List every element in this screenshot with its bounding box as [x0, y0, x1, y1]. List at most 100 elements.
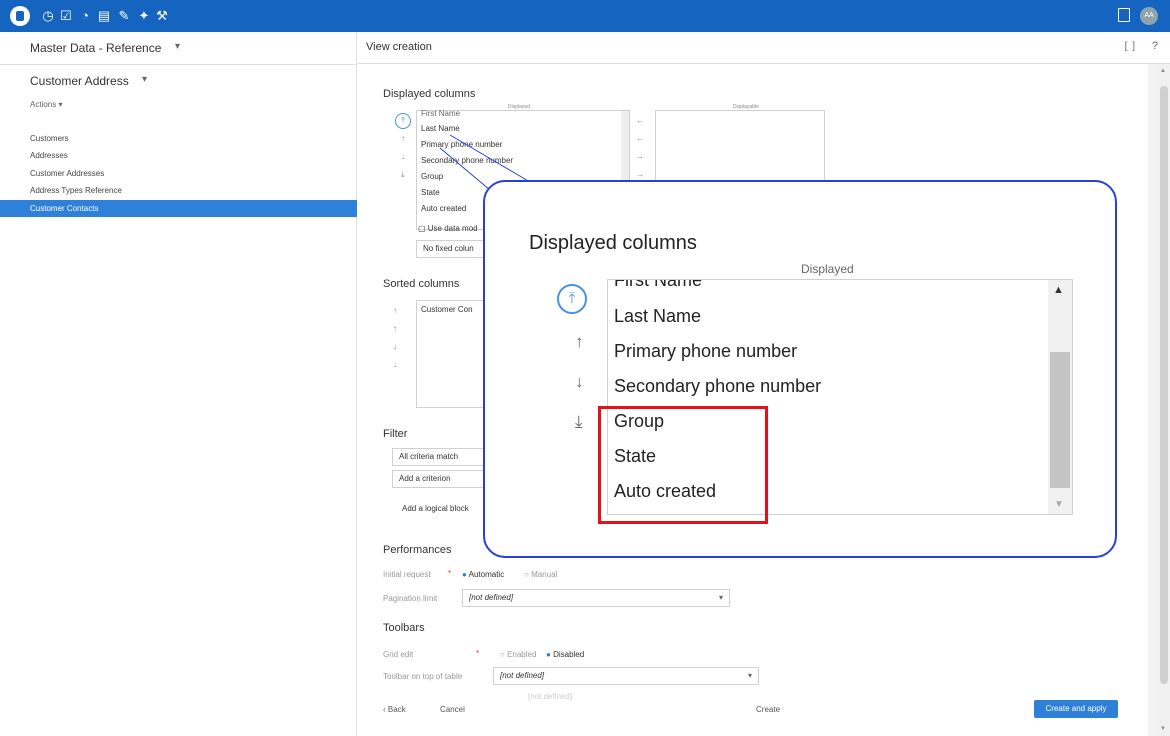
toolbar-top-label: Toolbar on top of table — [383, 672, 463, 681]
list-item[interactable]: Group — [421, 172, 443, 181]
disabled-radio[interactable]: ● Disabled — [546, 650, 584, 659]
toolbars-title: Toolbars — [383, 622, 425, 634]
scroll-up-icon[interactable]: ▲ — [1053, 284, 1064, 296]
cancel-button[interactable]: Cancel — [440, 705, 465, 714]
chevron-down-icon: ▾ — [747, 671, 752, 680]
chevron-down-icon: ▾ — [718, 593, 723, 602]
scrollbar-thumb[interactable] — [1160, 86, 1168, 684]
back-button[interactable]: ‹ Back — [383, 705, 406, 714]
check-doc-icon[interactable]: ☑ — [58, 7, 74, 25]
move-bottom-icon[interactable]: ⤓ — [401, 170, 405, 180]
enabled-radio[interactable]: ○ Enabled — [500, 650, 536, 659]
scroll-down-icon[interactable]: ▼ — [1160, 726, 1166, 732]
list-item[interactable]: Last Name — [614, 306, 701, 327]
clock-icon[interactable]: ◷ — [40, 7, 56, 25]
list-item[interactable]: Last Name — [421, 124, 460, 133]
sidebar-list: Customers Addresses Customer Addresses A… — [0, 130, 357, 217]
move-left-icon[interactable]: ← — [636, 116, 644, 125]
callout-displayed-label: Displayed — [801, 262, 854, 276]
expand-icon[interactable]: [ ] — [1125, 41, 1136, 52]
page-scrollbar[interactable]: ▲ ▼ — [1158, 64, 1170, 736]
move-bottom-icon[interactable]: ⤓ — [575, 412, 583, 432]
move-down-icon[interactable]: ↓ — [401, 152, 405, 161]
chevron-down-icon[interactable]: ▾ — [175, 41, 180, 52]
move-right-icon[interactable]: → — [636, 152, 644, 161]
move-down-icon[interactable]: ↓ — [393, 342, 397, 351]
create-button[interactable]: Create — [756, 705, 780, 714]
list-item[interactable]: Primary phone number — [614, 341, 797, 362]
avatar[interactable]: AA — [1140, 7, 1158, 25]
sorted-columns-title: Sorted columns — [383, 278, 460, 290]
sidebar-title[interactable]: Master Data - Reference — [30, 41, 161, 55]
required-marker: * — [476, 649, 480, 658]
automatic-radio[interactable]: ● Automatic — [462, 570, 504, 579]
radio-selected-icon: ● — [546, 650, 551, 659]
list-item[interactable]: Customer Con — [421, 305, 473, 314]
performances-title: Performances — [383, 544, 452, 556]
home-icon[interactable] — [10, 6, 30, 26]
use-data-model-label: Use data mod — [427, 224, 478, 233]
list-item[interactable]: Secondary phone number — [614, 376, 821, 397]
list-item[interactable]: State — [421, 188, 440, 197]
move-bottom-icon[interactable]: ↓ — [393, 360, 397, 369]
sidebar: Master Data - Reference ▾ Customer Addre… — [0, 32, 357, 736]
sidebar-item-customers[interactable]: Customers — [0, 130, 357, 147]
top-toolbar: ◷ ☑ ◔ ▤ ✎ ✦ ⚒ AA — [0, 0, 1170, 32]
list-item[interactable]: First Name — [421, 109, 460, 118]
move-top-icon[interactable]: ⤒ — [557, 284, 587, 314]
list-item[interactable]: Secondary phone number — [421, 156, 513, 165]
sidebar-item-address-types-reference[interactable]: Address Types Reference — [0, 182, 357, 199]
list-item[interactable]: Auto created — [421, 204, 466, 213]
use-data-model-checkbox[interactable]: ▢ Use data mod — [418, 224, 478, 233]
page-title: View creation — [366, 41, 432, 53]
move-up-icon[interactable]: ↑ — [401, 134, 405, 143]
scroll-down-icon[interactable]: ▼ — [1054, 499, 1064, 510]
divider — [0, 64, 357, 65]
move-right-icon[interactable]: → — [636, 170, 644, 179]
manual-radio[interactable]: ○ Manual — [524, 570, 557, 579]
sidebar-subtitle[interactable]: Customer Address — [30, 74, 129, 88]
sidebar-item-customer-contacts[interactable]: Customer Contacts — [0, 199, 357, 217]
edit-doc-icon[interactable]: ✎ — [116, 7, 132, 25]
radio-selected-icon: ● — [462, 570, 467, 579]
pagination-limit-label: Pagination limit — [383, 594, 438, 603]
toolbar-top-select[interactable]: [not defined] ▾ — [493, 667, 759, 685]
list-item[interactable]: Primary phone number — [421, 140, 502, 149]
grid-edit-label: Grid edit — [383, 650, 414, 659]
sidebar-item-addresses[interactable]: Addresses — [0, 147, 357, 164]
enabled-label: Enabled — [507, 650, 537, 659]
scrollbar-thumb[interactable] — [1050, 352, 1070, 488]
help-icon[interactable]: ? — [1152, 40, 1158, 52]
pagination-limit-value: [not defined] — [469, 593, 514, 602]
wrench-icon[interactable]: ⚒ — [154, 7, 170, 25]
pin-icon[interactable]: ✦ — [136, 7, 152, 25]
manual-label: Manual — [531, 570, 558, 579]
add-logical-block-link[interactable]: Add a logical block — [402, 504, 469, 513]
highlight-box — [598, 406, 768, 524]
move-down-icon[interactable]: ↓ — [575, 372, 584, 392]
gauge-icon[interactable]: ◔ — [77, 7, 93, 25]
initial-request-label: Initial request — [383, 570, 431, 579]
automatic-label: Automatic — [468, 570, 505, 579]
create-and-apply-button[interactable]: Create and apply — [1034, 700, 1118, 718]
callout-title: Displayed columns — [529, 232, 697, 254]
chevron-down-icon[interactable]: ▾ — [142, 74, 147, 85]
toolbar-next-value: [not defined] — [528, 692, 573, 701]
move-top-icon[interactable]: ⤒ — [395, 113, 411, 129]
criteria-match-select[interactable]: All criteria match — [392, 448, 492, 466]
list-item[interactable]: First Name — [614, 280, 702, 291]
disabled-label: Disabled — [553, 650, 585, 659]
add-criterion-select[interactable]: Add a criterion — [392, 470, 492, 488]
move-up-icon[interactable]: ↑ — [393, 324, 397, 333]
pagination-limit-select[interactable]: [not defined] ▾ — [462, 589, 730, 607]
sidebar-item-customer-addresses[interactable]: Customer Addresses — [0, 165, 357, 182]
scroll-up-icon[interactable]: ▲ — [1160, 68, 1166, 74]
book-icon[interactable] — [1118, 8, 1130, 22]
move-top-icon[interactable]: ↑ — [393, 306, 397, 315]
zoom-callout: Displayed columns Displayed ⤒ ↑ ↓ ⤓ Firs… — [483, 180, 1117, 558]
move-up-icon[interactable]: ↑ — [575, 332, 584, 352]
callout-list-scrollbar[interactable]: ▲ ▼ — [1048, 280, 1072, 514]
actions-menu[interactable]: Actions ▾ — [30, 100, 62, 109]
move-left-icon[interactable]: ← — [636, 134, 644, 143]
doc-icon[interactable]: ▤ — [96, 7, 112, 25]
